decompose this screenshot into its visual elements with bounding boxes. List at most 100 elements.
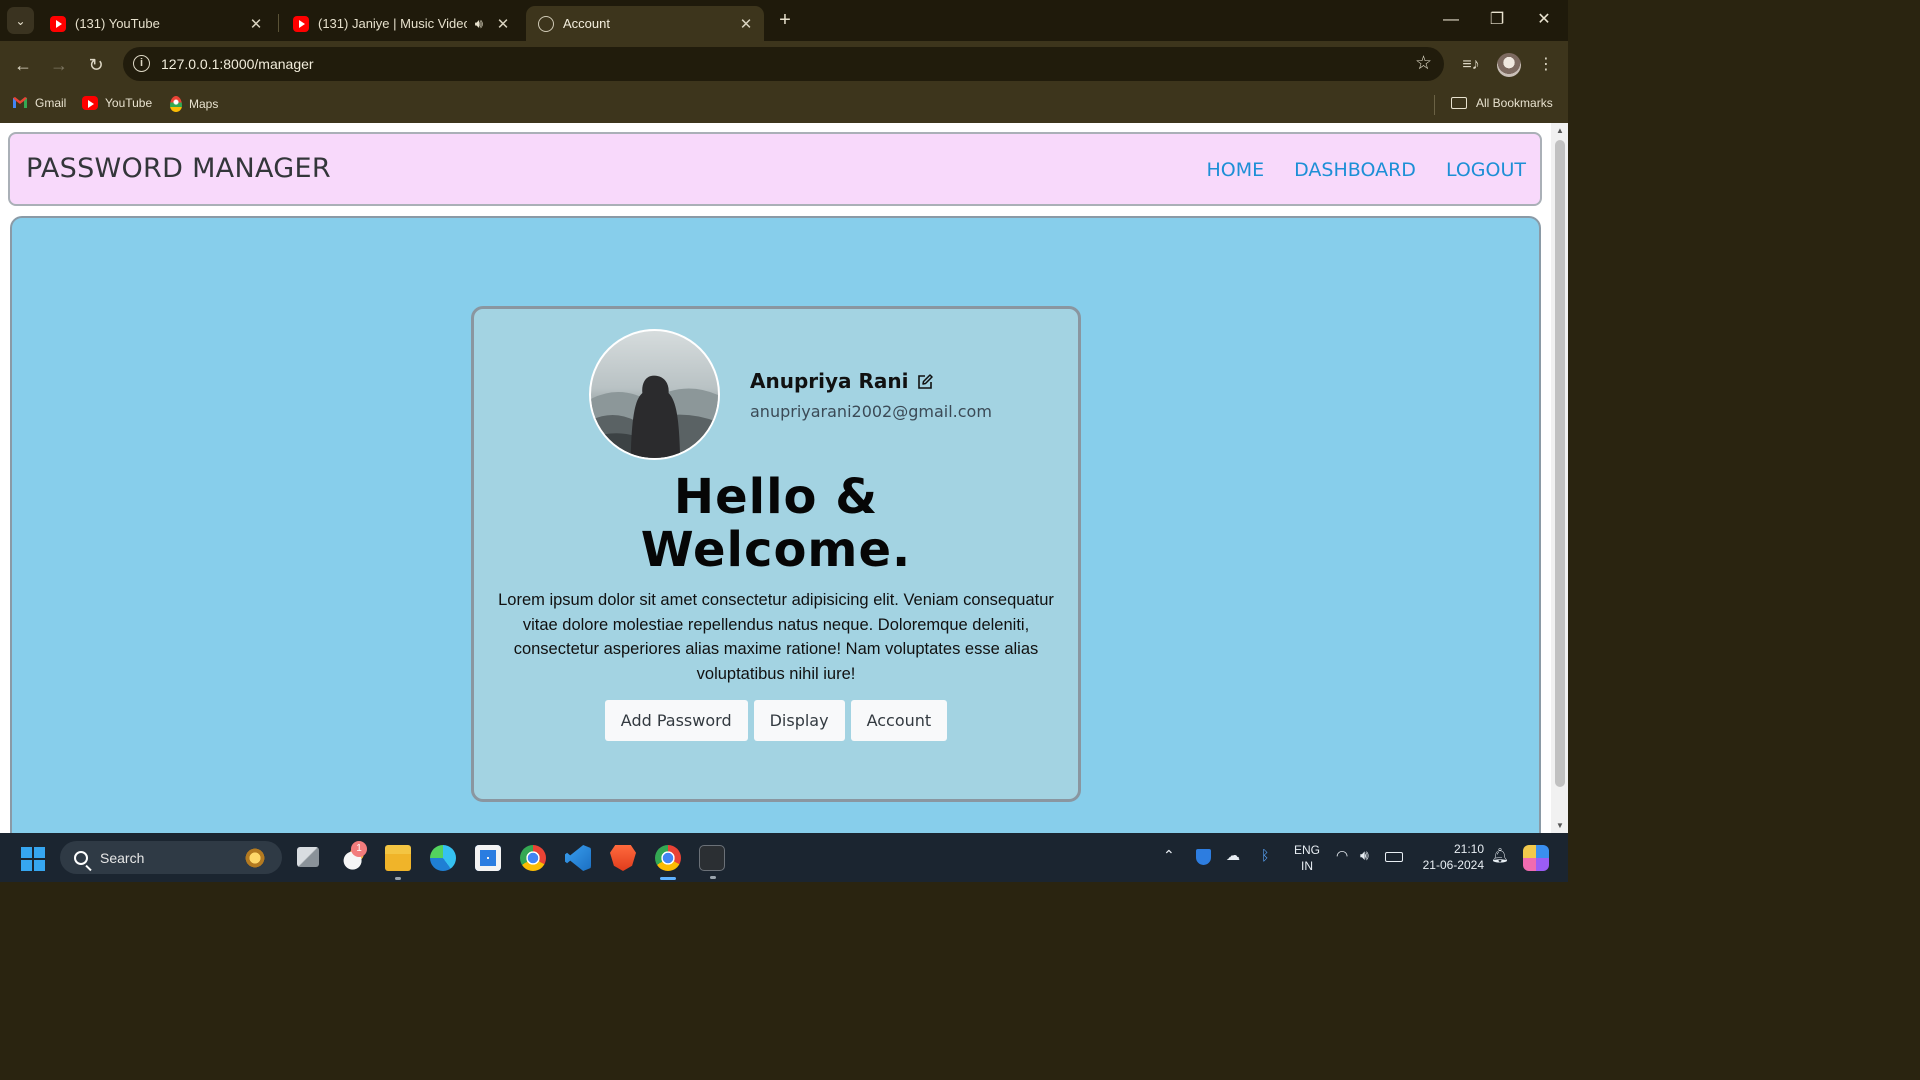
scroll-thumb[interactable] bbox=[1555, 140, 1565, 787]
close-icon[interactable]: ✕ bbox=[493, 15, 513, 33]
language-code: ENG bbox=[1293, 843, 1320, 857]
welcome-card: Anupriya Rani anupriyarani2002@gmail.com… bbox=[471, 306, 1081, 802]
bluetooth-icon[interactable]: ᛒ bbox=[1261, 847, 1269, 863]
gmail-icon bbox=[12, 96, 28, 110]
tab-title: Account bbox=[563, 16, 610, 31]
scroll-down-arrow[interactable]: ▼ bbox=[1555, 821, 1565, 830]
bookmark-star-icon[interactable]: ☆ bbox=[1415, 52, 1432, 75]
tab-title: (131) Janiye | Music Video | bbox=[318, 16, 467, 31]
youtube-icon bbox=[50, 15, 66, 32]
bookmark-label: Maps bbox=[189, 97, 219, 111]
weather-badge: 1 bbox=[351, 841, 367, 857]
windows-start-icon[interactable] bbox=[21, 847, 45, 871]
browser-tab-strip: ⌄ (131) YouTube ✕ (131) Janiye | Music V… bbox=[0, 0, 1568, 41]
clock-date: 21-06-2024 bbox=[1422, 858, 1484, 872]
nav-logout-link[interactable]: LOGOUT bbox=[1446, 159, 1526, 181]
maps-icon bbox=[170, 96, 182, 112]
defender-icon[interactable] bbox=[1196, 849, 1211, 865]
brand-title[interactable]: PASSWORD MANAGER bbox=[26, 153, 331, 184]
chrome-icon[interactable] bbox=[520, 845, 546, 871]
vscode-icon[interactable] bbox=[565, 845, 591, 871]
terminal-icon[interactable] bbox=[699, 845, 725, 879]
media-control-icon[interactable]: ≡♪ bbox=[1458, 52, 1484, 78]
search-highlight-icon[interactable] bbox=[244, 847, 266, 869]
task-view-icon[interactable] bbox=[297, 847, 319, 867]
bookmark-youtube[interactable]: YouTube bbox=[82, 96, 152, 110]
back-button[interactable]: ← bbox=[10, 52, 36, 78]
tab-search-button[interactable]: ⌄ bbox=[7, 7, 34, 34]
profile-avatar[interactable] bbox=[1497, 53, 1521, 77]
close-window-button[interactable]: ✕ bbox=[1524, 8, 1564, 32]
file-explorer-icon[interactable] bbox=[385, 845, 411, 880]
profile-name: Anupriya Rani bbox=[750, 369, 934, 393]
onedrive-icon[interactable]: ☁ bbox=[1226, 847, 1240, 864]
tab-divider bbox=[278, 14, 279, 32]
edge-icon[interactable] bbox=[430, 845, 456, 871]
bookmark-label: YouTube bbox=[105, 96, 153, 110]
taskbar-search-label: Search bbox=[100, 849, 145, 866]
volume-icon[interactable]: 🔊︎ bbox=[1360, 847, 1369, 864]
brave-icon[interactable] bbox=[610, 845, 636, 871]
windows-taskbar: Search 1 ⌃ ☁ ᛒ ENG IN ◠ 🔊︎ 21:10 21-06-2… bbox=[0, 833, 1568, 882]
close-icon[interactable]: ✕ bbox=[246, 15, 266, 33]
folder-icon bbox=[1451, 97, 1467, 109]
site-info-icon[interactable]: i bbox=[133, 55, 150, 72]
scroll-up-arrow[interactable]: ▲ bbox=[1555, 126, 1565, 135]
all-bookmarks-button[interactable]: All Bookmarks bbox=[1451, 96, 1553, 110]
battery-icon[interactable] bbox=[1385, 852, 1403, 862]
bookmark-maps[interactable]: Maps bbox=[170, 96, 218, 112]
search-icon bbox=[74, 850, 88, 865]
site-navbar: PASSWORD MANAGER HOME DASHBOARD LOGOUT bbox=[8, 132, 1542, 206]
taskbar-search[interactable]: Search bbox=[60, 841, 282, 874]
address-url[interactable]: 127.0.0.1:8000/manager bbox=[161, 56, 314, 72]
copilot-icon[interactable] bbox=[1523, 845, 1549, 871]
welcome-heading-line1: Hello & bbox=[673, 469, 879, 525]
speaker-icon[interactable]: 🔊︎ bbox=[475, 16, 483, 32]
youtube-icon bbox=[82, 96, 98, 110]
tab-youtube[interactable]: (131) YouTube ✕ bbox=[38, 6, 274, 41]
system-clock[interactable]: 21:10 21-06-2024 bbox=[1414, 841, 1484, 873]
region-code: IN bbox=[1301, 859, 1313, 873]
nav-dashboard-link[interactable]: DASHBOARD bbox=[1294, 159, 1416, 181]
edit-icon[interactable] bbox=[916, 372, 934, 390]
bookmarks-bar: Gmail YouTube Maps All Bookmarks bbox=[0, 88, 1568, 123]
bookmark-gmail[interactable]: Gmail bbox=[12, 96, 66, 110]
page-viewport: PASSWORD MANAGER HOME DASHBOARD LOGOUT A… bbox=[0, 123, 1568, 833]
forward-button[interactable]: → bbox=[46, 52, 72, 78]
all-bookmarks-label: All Bookmarks bbox=[1476, 96, 1553, 110]
tab-account[interactable]: Account ✕ bbox=[526, 6, 764, 41]
new-tab-button[interactable]: + bbox=[773, 8, 797, 32]
nav-home-link[interactable]: HOME bbox=[1207, 159, 1265, 181]
browser-toolbar: ← → ↻ i 127.0.0.1:8000/manager ☆ ≡♪ ⋮ bbox=[0, 41, 1568, 88]
store-icon[interactable] bbox=[475, 845, 501, 871]
page-scrollbar[interactable]: ▲ ▼ bbox=[1551, 123, 1568, 833]
intro-paragraph: Lorem ipsum dolor sit amet consectetur a… bbox=[498, 591, 1054, 683]
profile-email: anupriyarani2002@gmail.com bbox=[750, 402, 992, 421]
menu-icon[interactable]: ⋮ bbox=[1533, 52, 1559, 78]
minimize-button[interactable]: — bbox=[1431, 8, 1471, 32]
display-button[interactable]: Display bbox=[753, 700, 845, 741]
tab-music-video[interactable]: (131) Janiye | Music Video | 🔊︎ ✕ bbox=[281, 6, 521, 41]
address-bar[interactable]: i 127.0.0.1:8000/manager ☆ bbox=[123, 47, 1444, 81]
profile-name-text: Anupriya Rani bbox=[750, 369, 909, 393]
account-button[interactable]: Account bbox=[850, 700, 948, 741]
close-icon[interactable]: ✕ bbox=[736, 15, 756, 33]
welcome-heading: Hello & Welcome. bbox=[474, 471, 1078, 577]
globe-icon bbox=[538, 15, 554, 32]
restore-button[interactable]: ❐ bbox=[1477, 8, 1517, 32]
nav-links: HOME DASHBOARD LOGOUT bbox=[1207, 159, 1527, 181]
language-indicator[interactable]: ENG IN bbox=[1290, 842, 1324, 874]
bookmarks-divider bbox=[1434, 95, 1435, 115]
wifi-icon[interactable]: ◠ bbox=[1336, 847, 1348, 864]
action-buttons: Add Password Display Account bbox=[474, 700, 1078, 741]
chrome-profile-icon[interactable] bbox=[655, 845, 681, 880]
show-hidden-icons[interactable]: ⌃ bbox=[1163, 847, 1175, 864]
bookmark-label: Gmail bbox=[35, 96, 67, 110]
hero-section: Anupriya Rani anupriyarani2002@gmail.com… bbox=[10, 216, 1541, 833]
welcome-heading-line2: Welcome. bbox=[640, 522, 912, 578]
notification-bell-icon[interactable]: 🔔︎ bbox=[1491, 847, 1509, 864]
reload-button[interactable]: ↻ bbox=[83, 52, 109, 78]
profile-picture bbox=[589, 329, 720, 460]
add-password-button[interactable]: Add Password bbox=[604, 700, 748, 741]
hooded-figure-icon bbox=[591, 375, 718, 458]
